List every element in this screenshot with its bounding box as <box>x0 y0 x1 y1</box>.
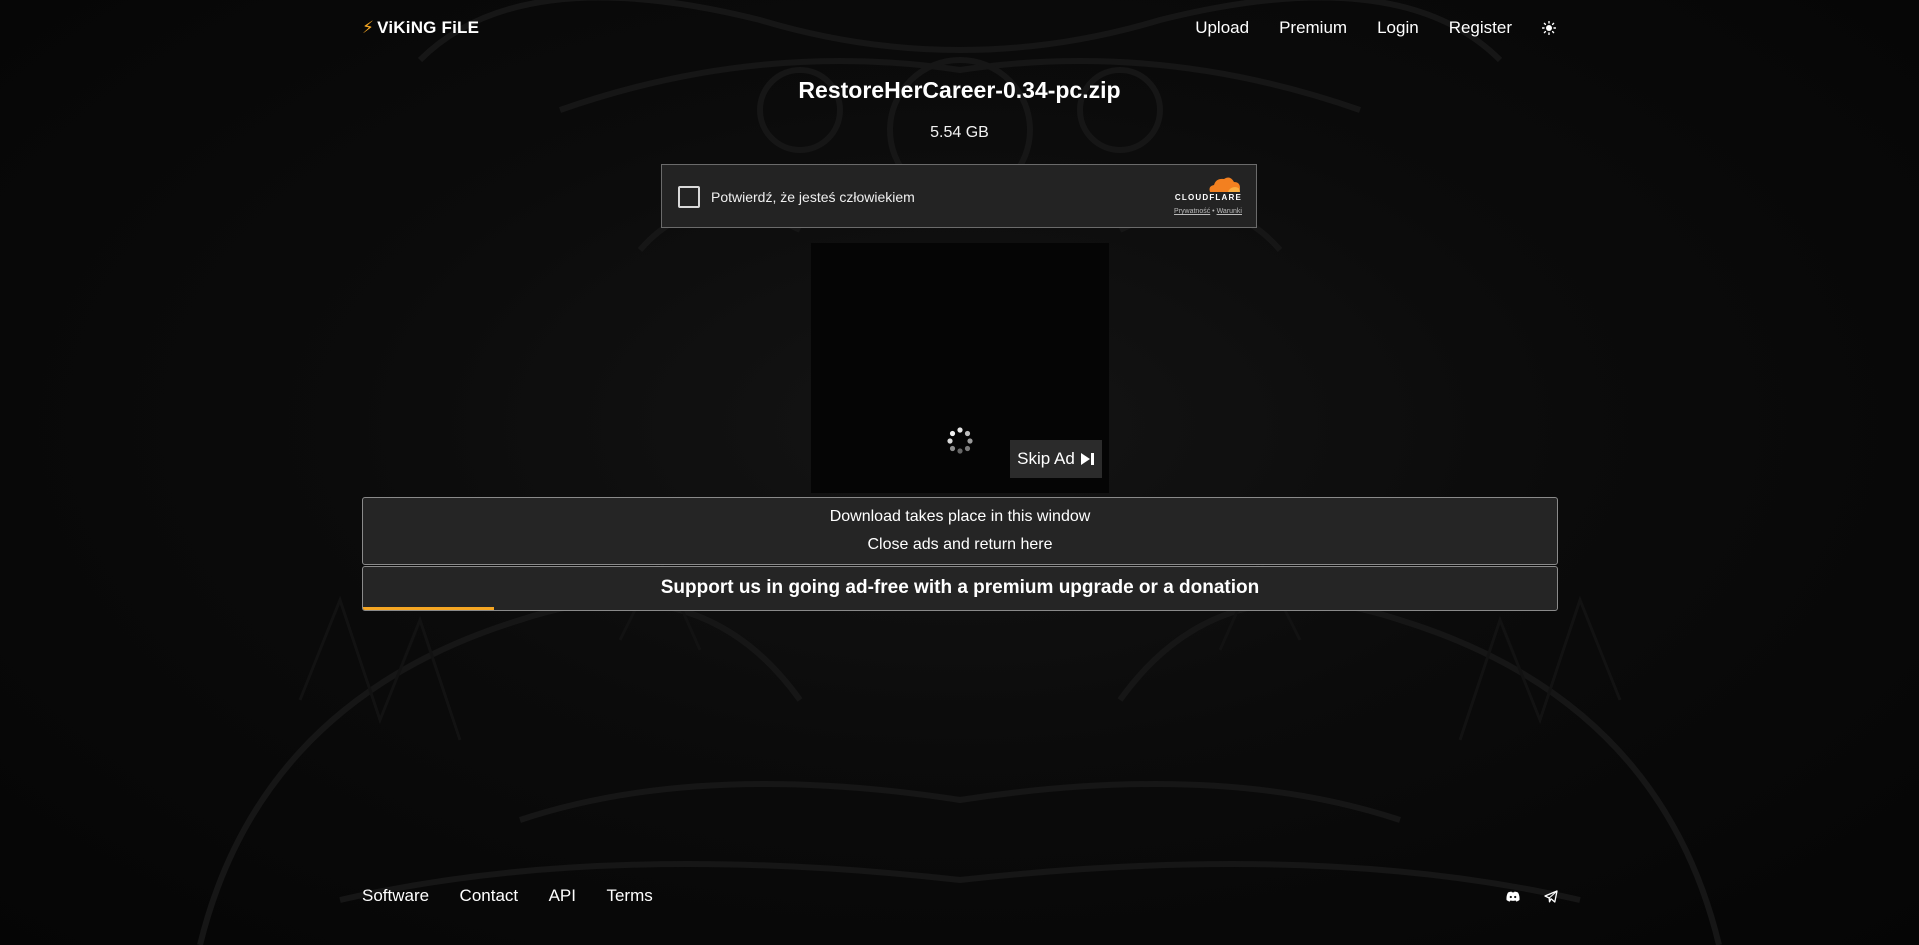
skip-ad-label: Skip Ad <box>1017 449 1075 468</box>
support-banner-text: Support us in going ad-free with a premi… <box>660 577 1260 598</box>
top-navbar: ⚡ ViKiNG FiLE Upload Premium Login Regis… <box>362 14 1558 42</box>
footer-software-link[interactable]: Software <box>362 886 429 905</box>
cloudflare-captcha-widget: Potwierdź, że jesteś człowiekiem CLOUDFL… <box>661 164 1257 228</box>
nav-register-link[interactable]: Register <box>1449 18 1512 38</box>
logo-text: ViKiNG FiLE <box>377 18 480 37</box>
link-separator: • <box>1212 208 1215 215</box>
footer-links: Software Contact API Terms <box>362 886 679 906</box>
loading-spinner-icon <box>947 427 973 454</box>
site-logo[interactable]: ⚡ ViKiNG FiLE <box>362 18 479 38</box>
cloudflare-cloud-icon <box>1209 177 1240 192</box>
nav-links: Upload Premium Login Register <box>1165 18 1558 38</box>
cloudflare-branding: CLOUDFLARE Prywatność • Warunki <box>1162 175 1242 215</box>
terms-link[interactable]: Warunki <box>1217 208 1242 215</box>
close-ads-info-line: Close ads and return here <box>867 536 1053 553</box>
lightning-bolt-icon: ⚡ <box>362 18 375 37</box>
download-info-line: Download takes place in this window <box>829 508 1091 525</box>
cloudflare-wordmark: CLOUDFLARE <box>1174 193 1242 202</box>
countdown-progress-bar <box>363 607 495 610</box>
skip-ad-button[interactable]: Skip Ad <box>1010 440 1102 478</box>
nav-upload-link[interactable]: Upload <box>1195 18 1249 38</box>
footer-social-icons <box>1482 889 1558 903</box>
privacy-link[interactable]: Prywatność <box>1174 208 1210 215</box>
footer-api-link[interactable]: API <box>549 886 576 905</box>
footer: Software Contact API Terms <box>362 884 1558 908</box>
nav-login-link[interactable]: Login <box>1377 18 1419 38</box>
download-info-panel: Download takes place in this window Clos… <box>362 497 1558 565</box>
skip-next-icon <box>1080 452 1095 466</box>
telegram-icon[interactable] <box>1544 889 1558 903</box>
footer-contact-link[interactable]: Contact <box>460 886 519 905</box>
human-verification-checkbox[interactable] <box>678 186 700 208</box>
discord-icon[interactable] <box>1506 891 1520 902</box>
page: ⚡ ViKiNG FiLE Upload Premium Login Regis… <box>0 0 1919 945</box>
nav-premium-link[interactable]: Premium <box>1279 18 1347 38</box>
captcha-label: Potwierdź, że jesteś człowiekiem <box>711 189 915 205</box>
file-size-text: 5.54 GB <box>930 124 989 141</box>
captcha-footer-links: Prywatność • Warunki <box>1162 208 1242 215</box>
footer-terms-link[interactable]: Terms <box>606 886 652 905</box>
sun-icon[interactable] <box>1540 19 1558 37</box>
support-premium-banner[interactable]: Support us in going ad-free with a premi… <box>362 566 1558 611</box>
file-name-title: RestoreHerCareer-0.34-pc.zip <box>798 77 1121 103</box>
